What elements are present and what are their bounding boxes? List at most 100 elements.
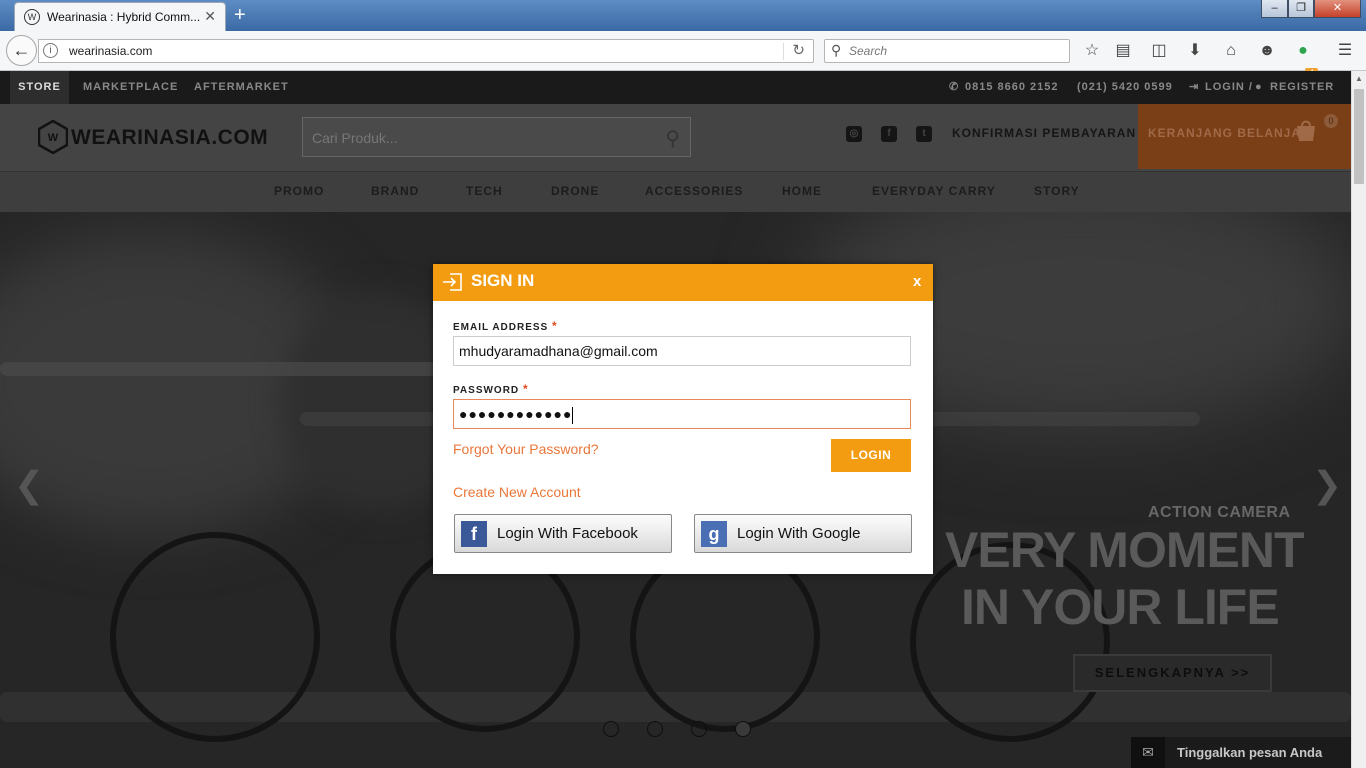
topnav-store[interactable]: STORE xyxy=(10,71,69,104)
hero-headline-line2: IN YOUR LIFE xyxy=(961,579,1280,635)
browser-search-input[interactable]: ⚲ Search xyxy=(824,39,1070,63)
sign-in-icon xyxy=(443,273,462,291)
browser-tab[interactable]: W Wearinasia : Hybrid Comm... ✕ xyxy=(14,2,226,31)
cart-label: KERANJANG BELANJA xyxy=(1148,126,1302,140)
bookmark-star-icon[interactable]: ☆ xyxy=(1081,40,1103,62)
address-bar[interactable]: i wearinasia.com ↻ xyxy=(38,39,814,63)
site-info-icon[interactable]: i xyxy=(43,43,58,58)
forgot-password-link[interactable]: Forgot Your Password? xyxy=(453,441,599,457)
pocket-icon[interactable]: ◫ xyxy=(1148,40,1170,62)
hero-headline-line1: VERY MOMENT xyxy=(945,522,1304,578)
new-tab-button[interactable]: + xyxy=(234,4,246,26)
site-header: W WEARINASIA.COM Cari Produk... ⚲ ◎ f t … xyxy=(0,104,1351,171)
password-mask: ●●●●●●●●●●●● xyxy=(459,406,573,422)
register-link[interactable]: REGISTER xyxy=(1270,71,1334,104)
modal-title: SIGN IN xyxy=(471,271,535,290)
text-caret xyxy=(572,406,574,424)
password-label-text: PASSWORD xyxy=(453,385,520,396)
phone-icon: ✆ xyxy=(949,81,960,93)
modal-header: SIGN IN x xyxy=(433,264,933,301)
envelope-icon: ✉ xyxy=(1131,737,1165,768)
login-icon: ⇥ xyxy=(1189,81,1200,93)
hero-selengkapnya-button[interactable]: SELENGKAPNYA >> xyxy=(1073,654,1272,692)
search-icon: ⚲ xyxy=(831,42,842,58)
slider-next-arrow-icon[interactable]: ❯ xyxy=(1312,464,1342,506)
category-tech[interactable]: TECH xyxy=(466,184,503,198)
password-label: PASSWORD * xyxy=(453,382,529,396)
slider-dot[interactable] xyxy=(647,721,663,737)
category-drone[interactable]: DRONE xyxy=(551,184,599,198)
url-divider xyxy=(783,43,784,60)
slider-dot[interactable] xyxy=(603,721,619,737)
hero-subtitle: ACTION CAMERA xyxy=(1148,504,1291,521)
livechat-widget[interactable]: ✉ Tinggalkan pesan Anda xyxy=(1131,737,1351,768)
category-brand[interactable]: BRAND xyxy=(371,184,419,198)
site-top-bar: STORE MARKETPLACE AFTERMARKET ✆ 0815 866… xyxy=(0,71,1351,104)
tab-title: Wearinasia : Hybrid Comm... xyxy=(47,10,201,24)
minimize-button[interactable]: – xyxy=(1261,0,1288,18)
konfirmasi-pembayaran-link[interactable]: KONFIRMASI PEMBAYARAN xyxy=(952,126,1136,140)
category-story[interactable]: STORY xyxy=(1034,184,1080,198)
slider-dot[interactable] xyxy=(735,721,751,737)
window-close-button[interactable]: ✕ xyxy=(1314,0,1361,18)
category-accessories[interactable]: ACCESSORIES xyxy=(645,184,743,198)
cart-button[interactable]: KERANJANG BELANJA 0 xyxy=(1138,104,1351,169)
slider-dot[interactable] xyxy=(691,721,707,737)
email-label: EMAIL ADDRESS * xyxy=(453,319,558,333)
google-button-label: Login With Google xyxy=(737,525,861,542)
email-label-text: EMAIL ADDRESS xyxy=(453,322,549,333)
grammarly-extension-icon[interactable]: ● xyxy=(1292,40,1314,62)
reading-list-icon[interactable]: ▤ xyxy=(1112,40,1134,62)
chat-icon[interactable]: ☻ xyxy=(1256,40,1278,62)
product-search-icon[interactable]: ⚲ xyxy=(665,126,680,151)
scrollbar-thumb[interactable] xyxy=(1354,89,1364,184)
maximize-button[interactable]: ❐ xyxy=(1288,0,1314,18)
cart-count-badge: 0 xyxy=(1324,114,1338,128)
bicycle-wheel xyxy=(110,532,320,742)
category-everyday-carry[interactable]: EVERYDAY CARRY xyxy=(872,184,996,198)
twitter-icon[interactable]: t xyxy=(916,126,932,142)
scroll-up-icon[interactable]: ▲ xyxy=(1355,74,1363,83)
login-link[interactable]: LOGIN / xyxy=(1205,71,1253,104)
sign-in-modal: SIGN IN x EMAIL ADDRESS * mhudyaramadhan… xyxy=(433,264,933,574)
reload-icon[interactable]: ↻ xyxy=(792,41,805,59)
create-account-link[interactable]: Create New Account xyxy=(453,484,581,500)
category-nav: PROMO BRAND TECH DRONE ACCESSORIES HOME … xyxy=(0,171,1351,212)
url-text: wearinasia.com xyxy=(69,44,153,58)
topnav-aftermarket[interactable]: AFTERMARKET xyxy=(194,71,289,104)
instagram-icon[interactable]: ◎ xyxy=(846,126,862,142)
email-required-mark: * xyxy=(552,319,558,333)
tab-close-icon[interactable]: ✕ xyxy=(204,8,216,25)
email-field[interactable]: mhudyaramadhana@gmail.com xyxy=(453,336,911,366)
category-promo[interactable]: PROMO xyxy=(274,184,324,198)
menu-hamburger-icon[interactable]: ☰ xyxy=(1334,40,1356,62)
login-google-button[interactable]: g Login With Google xyxy=(694,514,912,553)
category-home[interactable]: HOME xyxy=(782,184,822,198)
download-icon[interactable]: ⬇ xyxy=(1184,40,1206,62)
slider-prev-arrow-icon[interactable]: ❮ xyxy=(14,464,44,506)
user-icon: ● xyxy=(1255,81,1263,93)
search-placeholder: Search xyxy=(849,44,888,58)
password-required-mark: * xyxy=(522,382,529,396)
home-icon[interactable]: ⌂ xyxy=(1220,40,1242,62)
google-logo-icon: g xyxy=(701,521,727,547)
facebook-icon[interactable]: f xyxy=(881,126,897,142)
back-arrow-icon[interactable]: ← xyxy=(6,35,37,66)
page-scrollbar[interactable]: ▲ xyxy=(1351,71,1366,768)
browser-nav-bar: ← i wearinasia.com ↻ ⚲ Search ☆ ▤ ◫ ⬇ ⌂ … xyxy=(0,31,1366,79)
password-field[interactable]: ●●●●●●●●●●●● xyxy=(453,399,911,429)
logo-hexagon-icon: W xyxy=(38,120,68,154)
phone-number-2: (021) 5420 0599 xyxy=(1077,81,1173,93)
login-button[interactable]: LOGIN xyxy=(831,439,911,472)
product-search-input[interactable]: Cari Produk... ⚲ xyxy=(302,117,691,157)
phone-number-1: 0815 8660 2152 xyxy=(965,81,1059,93)
login-facebook-button[interactable]: f Login With Facebook xyxy=(454,514,672,553)
shopping-bag-icon xyxy=(1297,120,1315,141)
topnav-marketplace[interactable]: MARKETPLACE xyxy=(83,71,178,104)
facebook-button-label: Login With Facebook xyxy=(497,525,638,542)
product-search-placeholder: Cari Produk... xyxy=(312,130,398,146)
livechat-label: Tinggalkan pesan Anda xyxy=(1177,745,1323,760)
modal-close-button[interactable]: x xyxy=(913,273,921,290)
site-favicon-icon: W xyxy=(24,9,40,25)
logo-text: WEARINASIA.COM xyxy=(71,126,269,149)
